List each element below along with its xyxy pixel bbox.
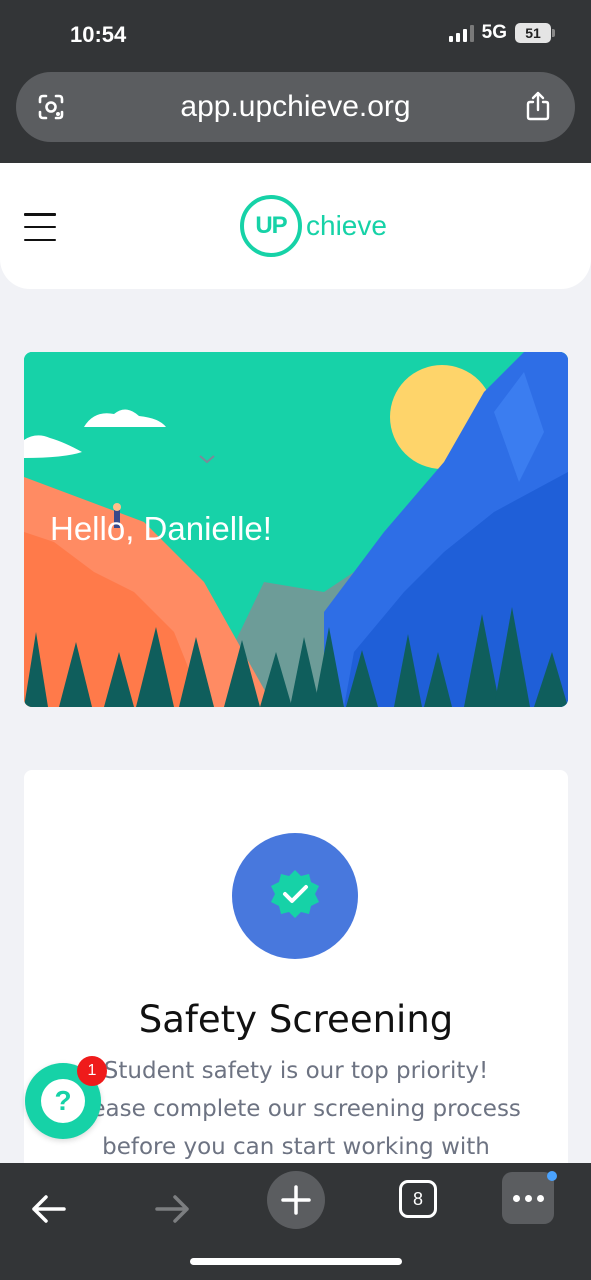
share-icon[interactable] bbox=[523, 90, 553, 122]
status-indicators: 5G 51 bbox=[448, 22, 555, 44]
card-body-line-3: before you can start working with bbox=[102, 1134, 490, 1160]
tab-switcher-button[interactable]: 8 bbox=[399, 1180, 437, 1218]
update-indicator-dot bbox=[547, 1171, 557, 1181]
safety-screening-card: Safety Screening Student safety is our t… bbox=[24, 770, 568, 1190]
card-title: Safety Screening bbox=[138, 998, 454, 1041]
url-text[interactable]: app.upchieve.org bbox=[180, 90, 410, 124]
logo-circle: UP bbox=[240, 195, 302, 257]
home-indicator[interactable] bbox=[190, 1258, 402, 1265]
battery-icon: 51 bbox=[515, 23, 555, 43]
address-bar[interactable]: app.upchieve.org bbox=[16, 72, 575, 142]
google-lens-icon[interactable] bbox=[36, 92, 66, 122]
browser-top-chrome: 10:54 5G 51 app.upchieve.org bbox=[0, 0, 591, 163]
hero-banner: Hello, Danielle! bbox=[24, 352, 568, 707]
notification-badge: 1 bbox=[77, 1056, 107, 1086]
network-type: 5G bbox=[481, 22, 507, 43]
forward-arrow-icon[interactable] bbox=[145, 1181, 201, 1237]
verified-badge-icon bbox=[232, 833, 358, 959]
signal-strength-icon bbox=[448, 24, 474, 42]
logo-up-text: UP bbox=[255, 212, 287, 239]
question-mark-icon: ? bbox=[41, 1079, 85, 1123]
logo-rest-text: chieve bbox=[306, 210, 387, 241]
app-header: UP chieve bbox=[0, 163, 591, 289]
card-body-text: Student safety is our top priority! Plea… bbox=[64, 1052, 528, 1166]
hamburger-menu-icon[interactable] bbox=[24, 213, 56, 241]
plus-icon bbox=[281, 1185, 311, 1215]
card-body-line-2: Please complete our screening process bbox=[71, 1096, 521, 1122]
new-tab-button[interactable] bbox=[267, 1171, 325, 1229]
card-body-line-1: Student safety is our top priority! bbox=[103, 1058, 489, 1084]
back-arrow-icon[interactable] bbox=[20, 1181, 76, 1237]
greeting-heading: Hello, Danielle! bbox=[50, 510, 272, 547]
status-time: 10:54 bbox=[70, 22, 127, 47]
more-dots-icon[interactable] bbox=[502, 1172, 554, 1224]
upchieve-logo[interactable]: UP chieve bbox=[240, 195, 387, 257]
